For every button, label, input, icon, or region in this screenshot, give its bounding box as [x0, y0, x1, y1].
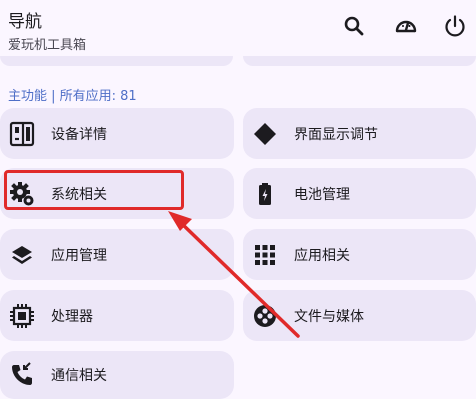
- page-title: 导航: [8, 12, 42, 32]
- search-icon[interactable]: [340, 12, 368, 40]
- battery-icon: [252, 181, 278, 207]
- power-icon[interactable]: [441, 12, 469, 40]
- card-label: 文件与媒体: [294, 308, 364, 325]
- card-label: 设备详情: [51, 126, 107, 143]
- card-app-manage[interactable]: 应用管理: [0, 229, 234, 280]
- card-label: 处理器: [51, 308, 93, 325]
- section-header: 主功能 | 所有应用: 81: [8, 89, 137, 104]
- card-label: 应用相关: [294, 247, 350, 264]
- page-subtitle: 爱玩机工具箱: [8, 38, 87, 53]
- card-file-media[interactable]: 文件与媒体: [243, 290, 476, 341]
- card-label: 电池管理: [294, 186, 350, 203]
- app-header: 导航 爱玩机工具箱: [0, 0, 476, 62]
- card-device-details[interactable]: 设备详情: [0, 108, 234, 159]
- card-battery[interactable]: 电池管理: [243, 168, 476, 219]
- card-label: 通信相关: [51, 368, 107, 384]
- card-label: 界面显示调节: [294, 126, 378, 143]
- display-adjust-icon: [252, 121, 278, 147]
- app-grid-icon: [252, 242, 278, 268]
- previous-card-edge: [0, 56, 233, 66]
- previous-card-edge: [243, 56, 476, 66]
- card-processor[interactable]: 处理器: [0, 290, 234, 341]
- speedometer-icon[interactable]: [392, 12, 420, 40]
- device-details-icon: [9, 121, 35, 147]
- processor-chip-icon: [9, 303, 35, 329]
- card-display-adjust[interactable]: 界面显示调节: [243, 108, 476, 159]
- phone-icon: [9, 362, 35, 388]
- card-app-related[interactable]: 应用相关: [243, 229, 476, 280]
- app-manage-layers-icon: [9, 242, 35, 268]
- card-label: 应用管理: [51, 247, 107, 264]
- file-media-icon: [252, 303, 278, 329]
- highlight-box: [4, 170, 184, 210]
- card-communication[interactable]: 通信相关: [0, 351, 234, 399]
